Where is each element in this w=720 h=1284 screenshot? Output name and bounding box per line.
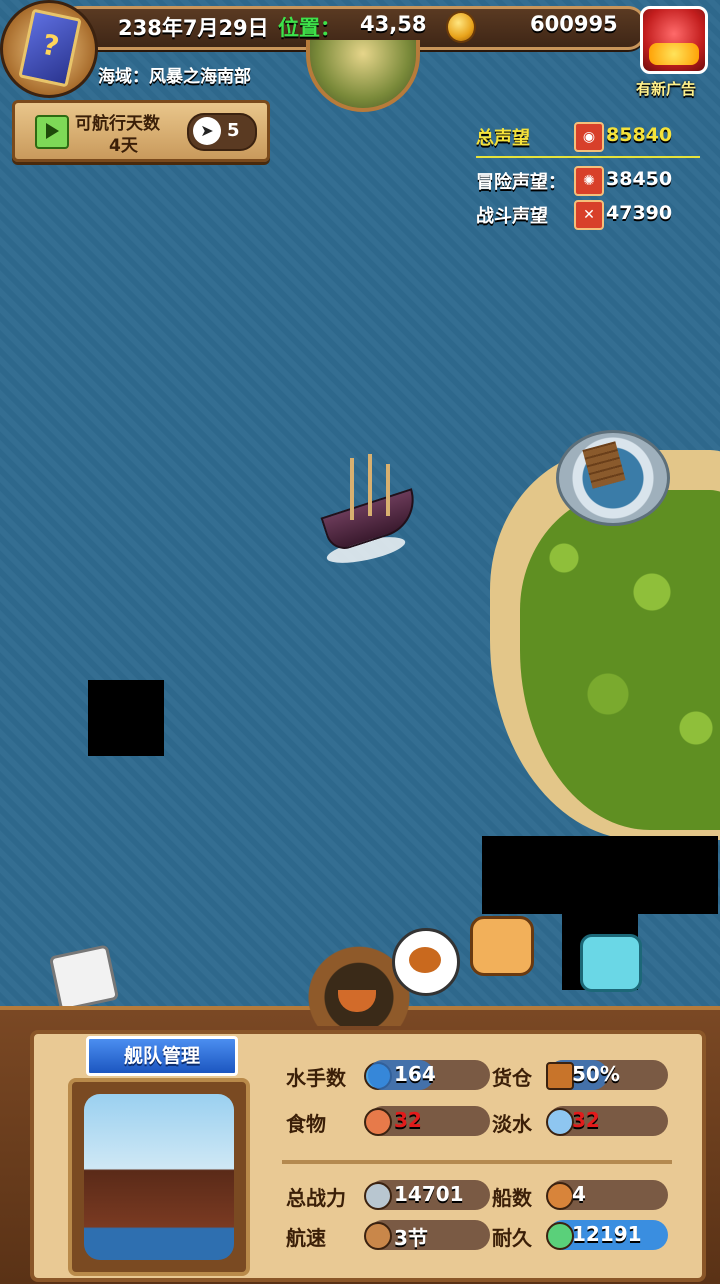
position-label: 位置：	[278, 16, 341, 40]
ships-value: 4	[572, 1182, 586, 1206]
cat-pet-icon[interactable]	[580, 934, 642, 992]
ship-cutaway-image	[84, 1094, 234, 1260]
sail-days-panel: 可航行天数 4天 ➤ 5	[12, 100, 270, 162]
sail-days-value: 4天	[109, 136, 138, 156]
book-icon: ?	[18, 8, 82, 88]
ad-chest-icon	[640, 6, 708, 74]
ad-label: 有新广告	[636, 80, 697, 98]
stats-divider	[282, 1160, 672, 1164]
reputation-panel: 总声望 ◉ 85840 冒险声望： ✺ 38450 战斗声望 ✕ 47390	[476, 120, 706, 232]
sailors-value: 164	[394, 1062, 436, 1086]
speed-value: 3节	[394, 1226, 428, 1250]
fleet-portrait[interactable]	[68, 1078, 250, 1276]
total-reputation-label: 总声望	[476, 128, 530, 149]
durability-value: 12191	[572, 1222, 642, 1246]
adventure-reputation-value: 38450	[606, 168, 673, 190]
redacted-area	[88, 680, 164, 756]
sailors-label: 水手数	[286, 1066, 346, 1090]
dock	[582, 441, 626, 489]
cargo-icon	[546, 1062, 574, 1090]
durability-icon	[546, 1222, 574, 1250]
total-reputation-value: 85840	[606, 124, 673, 146]
ship-count-icon	[546, 1182, 574, 1210]
compass-arrow-icon: ➤	[193, 117, 221, 145]
dog-pet-icon[interactable]	[470, 916, 534, 976]
position-value: 43,58	[360, 12, 427, 36]
speed-icon	[364, 1222, 392, 1250]
coin-icon	[446, 11, 476, 43]
compass-button[interactable]: ➤ 5	[187, 113, 257, 151]
power-value: 14701	[394, 1182, 464, 1206]
water-label: 淡水	[492, 1112, 532, 1136]
ship-mast	[368, 454, 372, 516]
food-label: 食物	[286, 1112, 326, 1136]
water-value: 32	[572, 1108, 600, 1132]
water-icon	[546, 1108, 574, 1136]
player-ship-icon[interactable]	[320, 454, 430, 569]
port-icon[interactable]	[556, 430, 670, 526]
battle-reputation-label: 战斗声望	[476, 206, 548, 227]
battle-icon: ✕	[574, 200, 604, 230]
book-button[interactable]: ?	[0, 0, 98, 98]
power-icon	[364, 1182, 392, 1210]
ships-label: 船数	[492, 1186, 532, 1210]
gold-amount: 600995	[530, 12, 618, 36]
game-date: 238年7月29日	[118, 16, 269, 40]
food-icon	[364, 1108, 392, 1136]
durability-label: 耐久	[492, 1226, 532, 1250]
play-icon[interactable]	[35, 115, 69, 149]
food-bubble-icon[interactable]	[392, 928, 460, 996]
reputation-shield-icon: ◉	[574, 122, 604, 152]
redacted-area	[482, 836, 718, 914]
battle-reputation-value: 47390	[606, 202, 673, 224]
compass-value: 5	[227, 120, 240, 141]
cargo-value: 50%	[572, 1062, 620, 1086]
speed-label: 航速	[286, 1226, 326, 1250]
ship-mast	[386, 464, 390, 516]
adventure-icon: ✺	[574, 166, 604, 196]
power-label: 总战力	[286, 1186, 346, 1210]
food-value: 32	[394, 1108, 422, 1132]
fleet-management-title[interactable]: 舰队管理	[86, 1036, 238, 1076]
divider	[476, 156, 700, 158]
adventure-reputation-label: 冒险声望：	[476, 172, 566, 193]
ship-icon	[338, 990, 376, 1012]
ad-button[interactable]: 有新广告	[626, 0, 720, 100]
ship-mast	[350, 458, 354, 520]
region-name: 海域：风暴之海南部	[98, 67, 251, 87]
cargo-label: 货仓	[492, 1066, 532, 1090]
